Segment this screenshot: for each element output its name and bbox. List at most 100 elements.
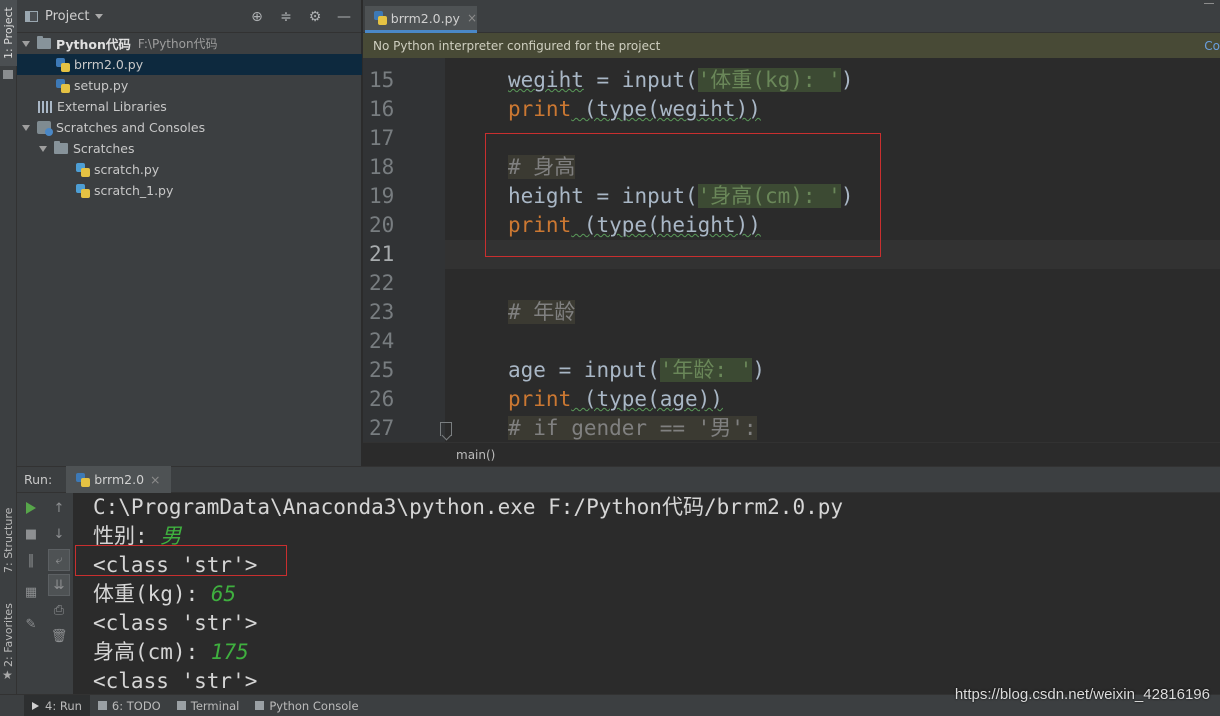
run-panel-label: Run: <box>24 472 53 487</box>
code-line-26: print (type(age)) <box>508 385 723 414</box>
terminal-tool-button[interactable]: Terminal <box>169 695 248 716</box>
line-number: 18 <box>369 155 395 179</box>
line-number: 21 <box>369 242 395 266</box>
list-icon <box>97 701 107 710</box>
structure-tool-tab[interactable]: 7: Structure <box>0 500 17 580</box>
stop-icon[interactable]: ■ <box>20 523 42 545</box>
code-editor[interactable]: 15 16 17 18 19 20 21 22 23 24 25 26 27 w… <box>363 58 1220 442</box>
editor-tab-bar: brrm2.0.py × <box>363 0 1220 33</box>
tree-item-scratches-consoles[interactable]: Scratches and Consoles <box>17 117 362 138</box>
python-file-icon <box>76 472 91 487</box>
tree-item-scratches-folder[interactable]: Scratches <box>17 138 362 159</box>
pin-icon[interactable]: ✎ <box>20 613 42 635</box>
code-line-23: # 年龄 <box>508 298 576 327</box>
highlight-box <box>75 545 287 576</box>
tree-item-scratch1-file[interactable]: scratch_1.py <box>17 180 362 201</box>
code-token-paren: ) <box>840 68 854 92</box>
python-console-tool-button[interactable]: Python Console <box>247 695 366 716</box>
highlight-box <box>485 133 881 257</box>
tree-item-label: Scratches <box>73 141 135 156</box>
gear-icon[interactable]: ⚙ <box>304 6 326 28</box>
console-text: <class 'str'> <box>93 611 258 635</box>
code-line-25: age = input('年龄: ') <box>508 356 765 385</box>
python-scratch-icon <box>76 162 90 177</box>
favorites-tool-tab[interactable]: 2: Favorites <box>0 600 17 670</box>
collapse-all-icon[interactable]: ≑ <box>275 6 297 28</box>
run-toolbar: ↑ ■ ↓ ‖ ⤶ ⇊ ▦ ⎙ ✎ 🗑 <box>17 493 73 694</box>
watermark-text: https://blog.csdn.net/weixin_42816196 <box>954 686 1210 703</box>
interpreter-warning-banner: No Python interpreter configured for the… <box>363 33 1220 58</box>
tab-menu-icon[interactable] <box>1204 3 1214 6</box>
close-icon[interactable]: × <box>150 472 160 487</box>
todo-tool-button[interactable]: 6: TODO <box>90 695 169 716</box>
run-panel-header: Run: brrm2.0 × <box>17 466 1220 493</box>
code-token-variable: wegiht <box>508 68 584 92</box>
tree-item-root[interactable]: Python代码 F:\Python代码 <box>17 33 362 54</box>
console-user-input: 175 <box>210 640 249 664</box>
expand-triangle-icon[interactable] <box>39 145 47 152</box>
chevron-down-icon[interactable] <box>95 13 104 19</box>
tree-item-label: Python代码 <box>56 37 131 52</box>
configure-interpreter-link[interactable]: Co <box>1204 33 1220 58</box>
run-tab-label: brrm2.0 <box>94 472 145 487</box>
code-token-variable: age <box>508 358 546 382</box>
code-token-comment: # 年龄 <box>508 300 576 324</box>
python-scratch-icon <box>76 183 90 198</box>
console-text: <class 'str'> <box>93 669 258 693</box>
tree-item-external-libraries[interactable]: External Libraries <box>17 96 362 117</box>
expand-triangle-icon[interactable] <box>22 124 30 131</box>
tree-item-label: External Libraries <box>57 99 167 114</box>
code-line-27: # if gender == '男': <box>508 414 757 442</box>
editor-breadcrumb[interactable]: main() <box>363 442 1220 466</box>
expand-triangle-icon[interactable] <box>22 40 30 47</box>
soft-wrap-icon[interactable]: ⤶ <box>48 549 70 571</box>
run-tool-button[interactable]: 4: Run <box>24 694 90 716</box>
pause-icon[interactable]: ‖ <box>20 549 42 571</box>
close-icon[interactable]: × <box>467 11 477 25</box>
project-tool-tab[interactable]: 1: Project <box>0 0 17 66</box>
run-tab-brrm[interactable]: brrm2.0 × <box>66 466 171 493</box>
tree-item-brrm-file[interactable]: brrm2.0.py <box>17 54 362 75</box>
tree-item-setup-file[interactable]: setup.py <box>17 75 362 96</box>
tree-item-label: setup.py <box>74 78 129 93</box>
tree-item-label: Scratches and Consoles <box>56 120 206 135</box>
fold-marker-icon[interactable] <box>440 422 452 436</box>
code-token-call: (type(wegiht)) <box>571 97 761 121</box>
print-icon[interactable]: ⎙ <box>48 599 70 621</box>
code-token-keyword: print <box>508 97 572 121</box>
line-number: 19 <box>369 184 395 208</box>
folder-icon <box>37 36 51 49</box>
folder-icon <box>54 141 68 154</box>
line-number-gutter: 15 16 17 18 19 20 21 22 23 24 25 26 27 <box>363 58 445 442</box>
project-window-icon <box>25 10 38 22</box>
python-file-icon <box>374 11 387 25</box>
arrow-down-icon[interactable]: ↓ <box>48 523 70 545</box>
editor-tab-brrm[interactable]: brrm2.0.py × <box>365 6 477 33</box>
trash-icon[interactable]: 🗑 <box>48 625 70 647</box>
left-tool-strip: 1: Project 7: Structure 2: Favorites ★ <box>0 0 17 694</box>
code-line-16: print (type(wegiht)) <box>508 95 761 124</box>
rerun-play-icon[interactable] <box>20 497 42 519</box>
project-panel-title[interactable]: Project <box>45 9 89 24</box>
library-icon <box>38 100 52 113</box>
code-token-comment: # if gender == '男': <box>508 416 757 440</box>
line-number: 16 <box>369 97 395 121</box>
tree-item-scratch-file[interactable]: scratch.py <box>17 159 362 180</box>
scroll-to-end-icon[interactable]: ⇊ <box>48 574 70 596</box>
code-line-15: wegiht = input('体重(kg): ') <box>508 66 853 95</box>
scratches-icon <box>37 121 53 136</box>
layout-icon[interactable]: ▦ <box>20 581 42 603</box>
minimize-icon[interactable]: — <box>333 6 355 28</box>
python-icon <box>255 701 265 710</box>
line-number: 27 <box>369 416 395 440</box>
run-console-output[interactable]: C:\ProgramData\Anaconda3\python.exe F:/P… <box>73 493 1220 694</box>
tree-item-path: F:\Python代码 <box>137 37 218 51</box>
locate-target-icon[interactable]: ⊕ <box>246 6 268 28</box>
console-line: <class 'str'> <box>93 667 257 694</box>
line-number: 22 <box>369 271 395 295</box>
todo-tool-label: 6: TODO <box>111 698 161 713</box>
code-token-string: '年龄: ' <box>659 358 753 382</box>
arrow-up-icon[interactable]: ↑ <box>48 497 70 519</box>
python-file-icon <box>56 57 70 72</box>
code-token-paren: ) <box>752 358 765 382</box>
